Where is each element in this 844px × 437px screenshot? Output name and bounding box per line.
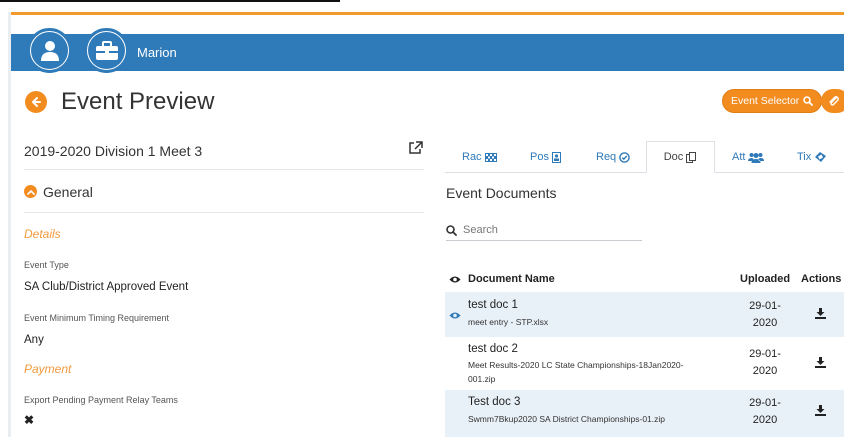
eye-icon[interactable] [449,311,461,320]
download-icon[interactable] [815,357,826,368]
uploaded-date-line: 29-01- [749,397,781,409]
uploaded-date-line: 2020 [752,365,778,377]
event-selector-button[interactable]: Event Selector [722,89,823,113]
tab-tix[interactable]: Tix [797,141,827,173]
document-file-line: Meet Results-2020 LC State Championships… [468,360,684,370]
uploaded-date: 29-01- 2020 [735,346,795,380]
payment-heading: Payment [24,362,72,376]
attachment-button[interactable] [821,89,844,113]
user-avatar-button[interactable] [27,28,72,73]
id-badge-icon [551,151,561,163]
table-row[interactable]: test doc 2 Meet Results-2020 LC State Ch… [445,337,844,390]
back-button[interactable] [25,91,47,113]
document-name: Test doc 3 [468,396,521,408]
download-icon[interactable] [815,308,826,319]
uploaded-date: 29-01- 2020 [735,395,795,429]
divider [24,169,424,170]
uploaded-date: 29-01- 2020 [735,298,795,332]
tab-pos[interactable]: Pos [530,141,561,173]
user-name: Marion [137,45,177,60]
check-circle-icon [619,151,630,163]
document-file: Meet Results-2020 LC State Championships… [468,358,683,386]
tab-label: Rac [462,151,482,163]
table-header: Document Name Uploaded Actions [445,268,844,292]
briefcase-button[interactable] [84,28,129,73]
document-name: test doc 1 [468,299,518,311]
tab-doc[interactable]: Doc [646,141,715,173]
user-icon [40,40,59,61]
top-rule [0,0,340,2]
divider [24,212,424,213]
tab-label: Doc [663,151,684,163]
search-icon [446,224,457,236]
column-actions: Actions [801,273,842,285]
table-row[interactable]: test doc 1 meet entry - STP.xlsx 29-01- … [445,292,844,337]
header-bar [11,34,844,71]
tab-bar: Rac Pos Req Doc Att Tix [445,141,844,173]
tab-att[interactable]: Att [732,141,765,173]
ticket-icon [815,152,827,162]
briefcase-icon [95,40,118,60]
eye-icon [449,276,461,283]
tab-label: Att [732,151,746,163]
timing-value: Any [24,334,44,346]
uploaded-date-line: 2020 [752,414,778,426]
flag-icon [484,152,497,162]
table-row[interactable]: Test doc 3 Swmm7Bkup2020 SA District Cha… [445,390,844,437]
section-title-general: General [43,184,93,200]
arrow-left-icon [32,97,41,107]
uploaded-date-line: 29-01- [749,300,781,312]
tab-req[interactable]: Req [596,141,630,173]
uploaded-date-line: 29-01- [749,348,781,360]
external-link-button[interactable] [408,141,423,160]
tab-rac[interactable]: Rac [462,141,497,173]
frame-left-border [8,12,11,437]
frame-accent-line [8,12,844,15]
download-icon[interactable] [815,405,826,416]
chevron-up-icon [26,189,35,195]
tab-label: Req [596,151,617,163]
document-name: test doc 2 [468,343,518,355]
tab-label: Tix [797,151,812,163]
document-file: meet entry - STP.xlsx [468,317,549,327]
column-document-name: Document Name [468,273,555,285]
relay-value: ✖ [24,413,35,427]
timing-label: Event Minimum Timing Requirement [24,313,170,323]
event-selector-label: Event Selector [731,95,800,107]
uploaded-date-line: 2020 [752,317,778,329]
document-file: Swmm7Bkup2020 SA District Championships-… [468,414,666,424]
general-collapse-toggle[interactable] [24,185,37,198]
document-file-line: 001.zip [468,374,496,384]
documents-title: Event Documents [446,185,557,201]
search-box [446,220,642,241]
column-uploaded: Uploaded [740,273,791,285]
details-heading: Details [24,227,61,241]
paperclip-icon [829,96,839,106]
relay-label: Export Pending Payment Relay Teams [24,395,178,405]
meet-name: 2019-2020 Division 1 Meet 3 [24,143,203,159]
page-title: Event Preview [61,88,215,115]
external-link-icon [409,141,423,154]
event-type-label: Event Type [24,260,69,270]
search-input[interactable] [463,224,633,236]
copy-icon [686,151,697,163]
users-icon [748,152,765,163]
search-icon [803,96,814,106]
event-type-value: SA Club/District Approved Event [24,281,189,293]
tab-label: Pos [530,151,549,163]
